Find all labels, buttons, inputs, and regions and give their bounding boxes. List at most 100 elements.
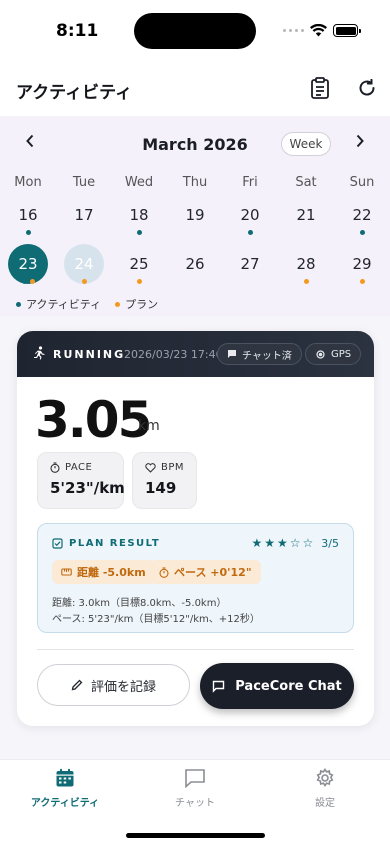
activity-dot <box>136 230 142 235</box>
star-empty-icon: ☆ <box>302 536 314 550</box>
calendar-day[interactable]: 25 <box>119 244 159 284</box>
calendar-day[interactable]: 22 <box>342 195 382 235</box>
plan-dot <box>359 279 365 284</box>
pacecore-chat-label: PaceCore Chat <box>235 678 342 694</box>
plan-result-panel: PLAN RESULT ★ ★ ★ ☆ ☆ 3/5 距離 -5.0km ペース … <box>37 523 354 633</box>
star-filled-icon: ★ <box>251 536 263 550</box>
plan-dot <box>303 279 309 284</box>
weekday-label: Sun <box>349 175 375 190</box>
distance-value: 3.05 <box>35 391 152 449</box>
week-calendar: March 2026 Week Mon Tue Wed Thu Fri Sat … <box>0 116 390 316</box>
calendar-day[interactable]: 26 <box>175 244 215 284</box>
refresh-button[interactable] <box>355 76 379 100</box>
record-rating-label: 評価を記録 <box>90 679 156 695</box>
clipboard-icon <box>311 77 329 99</box>
calendar-legend: アクティビティ プラン <box>16 296 158 312</box>
activity-card-header: RUNNING 2026/03/23 17:46 チャット済 GPS <box>17 331 374 377</box>
next-week-button[interactable] <box>348 132 372 153</box>
tab-activity[interactable]: アクティビティ <box>0 768 130 809</box>
calendar-day[interactable]: 28 <box>286 244 326 284</box>
distance-unit: km <box>138 418 160 434</box>
legend-activity-label: アクティビティ <box>26 298 102 311</box>
plan-dot <box>136 279 142 284</box>
page-title: アクティビティ <box>16 83 133 103</box>
activity-dot <box>21 279 27 284</box>
tab-settings[interactable]: 設定 <box>260 768 390 809</box>
tab-settings-label: 設定 <box>315 798 335 809</box>
pace-diff-label: ペース +0'12" <box>174 566 252 579</box>
tab-chat[interactable]: チャット <box>130 768 260 809</box>
calendar-day[interactable]: 17 <box>64 195 104 235</box>
pencil-icon <box>71 679 83 691</box>
activity-dot <box>359 230 365 235</box>
view-toggle-button[interactable]: Week <box>281 132 331 156</box>
rating-score: 3/5 <box>321 536 339 550</box>
pacecore-chat-button[interactable]: PaceCore Chat <box>200 663 354 709</box>
star-empty-icon: ☆ <box>289 536 301 550</box>
calendar-day[interactable]: 18 <box>119 195 159 235</box>
plan-pace-detail: ペース: 5'23"/km（目標5'12"/km、+12秒） <box>52 614 260 625</box>
running-icon <box>34 346 45 360</box>
star-filled-icon: ★ <box>277 536 288 550</box>
weekday-label: Wed <box>124 175 154 190</box>
plan-button[interactable] <box>308 76 332 100</box>
record-rating-button[interactable]: 評価を記録 <box>37 664 190 706</box>
plan-result-title: PLAN RESULT <box>69 538 161 549</box>
home-indicator <box>126 833 265 838</box>
ruler-icon <box>61 568 72 576</box>
legend-plan: プラン <box>115 296 158 312</box>
battery-icon <box>333 24 361 37</box>
activity-type: RUNNING <box>53 348 126 361</box>
calendar-icon <box>56 768 74 787</box>
weekday-label: Mon <box>14 175 42 190</box>
checkbox-icon <box>52 538 63 549</box>
pace-value: 5'23"/km <box>50 479 125 497</box>
gear-icon <box>316 768 334 787</box>
bpm-value: 149 <box>145 479 177 497</box>
wifi-icon <box>310 24 327 37</box>
plan-result-title-row: PLAN RESULT <box>52 538 160 549</box>
status-time: 8:11 <box>56 21 99 41</box>
plan-distance-detail: 距離: 3.0km（目標8.0km、-5.0km） <box>52 598 227 609</box>
chat-bubble-icon <box>213 680 225 693</box>
legend-plan-label: プラン <box>125 298 159 311</box>
gps-icon <box>316 349 325 359</box>
distance-diff-label: 距離 -5.0km <box>77 566 146 579</box>
status-bar: 8:11 <box>0 0 390 60</box>
calendar-day[interactable]: 29 <box>342 244 382 284</box>
stopwatch-icon <box>50 462 60 473</box>
heart-icon <box>145 462 156 473</box>
chat-icon <box>185 769 205 788</box>
calendar-day[interactable]: 19 <box>175 195 215 235</box>
calendar-day[interactable]: 27 <box>230 244 270 284</box>
activity-card[interactable]: RUNNING 2026/03/23 17:46 チャット済 GPS 3.05 … <box>17 331 374 726</box>
activity-dot <box>25 230 31 235</box>
tab-chat-label: チャット <box>175 798 215 809</box>
weekday-label: Sat <box>295 175 317 190</box>
app-header: アクティビティ <box>0 60 390 116</box>
calendar-day[interactable]: 20 <box>230 195 270 235</box>
pace-metric: PACE 5'23"/km <box>37 452 125 509</box>
chat-bubble-icon <box>228 350 236 358</box>
weekday-label: Fri <box>242 175 258 190</box>
star-filled-icon: ★ <box>264 536 275 550</box>
calendar-day-selected[interactable]: 24 <box>64 244 104 284</box>
dynamic-island <box>134 13 256 49</box>
calendar-day-today[interactable]: 23 <box>8 244 48 284</box>
pace-label: PACE <box>65 462 93 473</box>
legend-activity: アクティビティ <box>16 296 101 312</box>
pace-diff-chip: ペース +0'12" <box>150 560 261 584</box>
rating-stars: ★ ★ ★ ☆ ☆ 3/5 <box>251 536 339 550</box>
gps-label: GPS <box>331 348 352 360</box>
calendar-month: March 2026 <box>142 135 248 154</box>
calendar-day[interactable]: 16 <box>8 195 48 235</box>
chat-status-chip: チャット済 <box>217 343 302 365</box>
activity-dot <box>247 230 253 235</box>
refresh-icon <box>359 79 375 96</box>
calendar-day[interactable]: 21 <box>286 195 326 235</box>
weekday-label: Tue <box>72 175 96 190</box>
activity-datetime: 2026/03/23 17:46 <box>124 348 223 361</box>
distance-diff-chip: 距離 -5.0km <box>52 560 155 584</box>
bpm-label: BPM <box>160 462 184 473</box>
chevron-right-icon <box>356 134 364 148</box>
